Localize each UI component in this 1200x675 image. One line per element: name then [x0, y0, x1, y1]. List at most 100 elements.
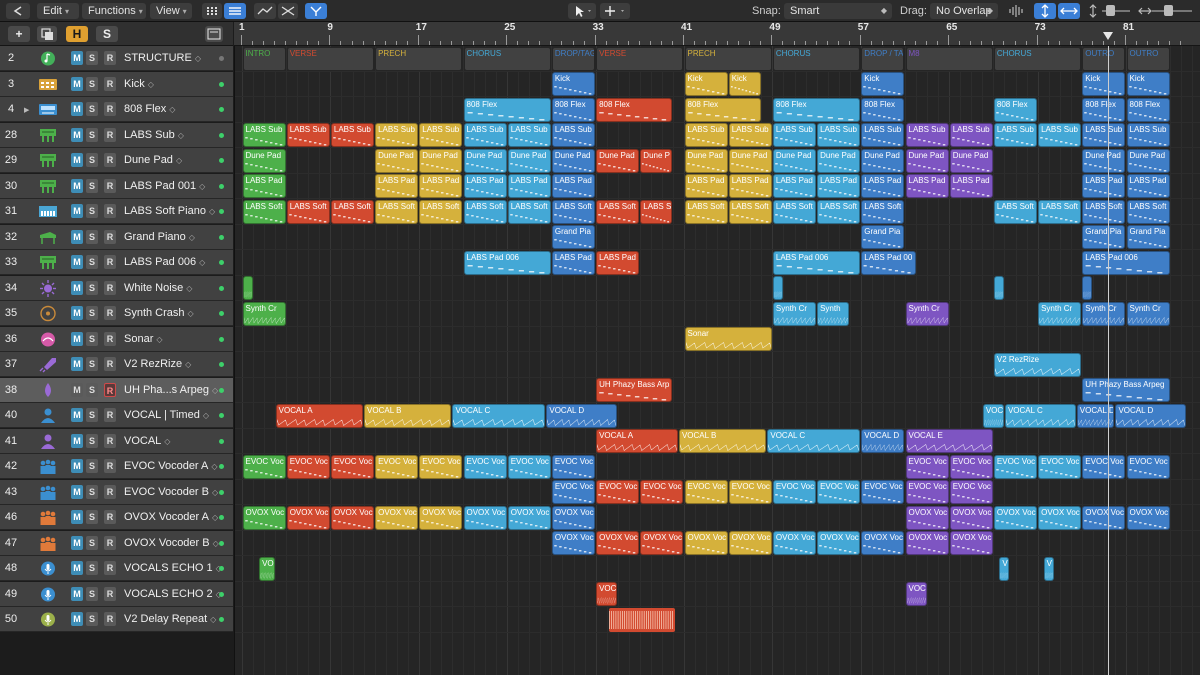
track-region[interactable]: OVOX Voc — [507, 505, 551, 530]
record-enable-button[interactable]: R — [104, 408, 116, 422]
track-header-row[interactable]: 46 M S R OVOX Vocoder A ◇ — [0, 505, 233, 530]
singer-icon[interactable] — [38, 407, 58, 424]
bar-ruler[interactable]: 1 9 17 25 33 41 49 57 65 73 81 — [234, 22, 1200, 46]
record-enable-button[interactable]: R — [104, 357, 116, 371]
track-region[interactable]: 808 Flex — [684, 97, 761, 122]
track-header-row[interactable]: 4 ▶ M S R 808 Flex ◇ — [0, 97, 233, 122]
track-region[interactable]: LABS Pad — [375, 174, 419, 198]
track-region[interactable]: LABS Sub — [905, 123, 949, 147]
track-name[interactable]: OVOX Vocoder A ◇ — [124, 505, 218, 530]
track-name[interactable]: LABS Pad 001 ◇ — [124, 174, 205, 199]
rocket-icon[interactable] — [38, 356, 58, 373]
record-enable-button[interactable]: R — [104, 127, 116, 142]
solo-button[interactable]: S — [86, 306, 98, 320]
track-name[interactable]: LABS Pad 006 ◇ — [124, 250, 205, 275]
track-region[interactable]: OVOX Voc — [330, 505, 375, 530]
track-region[interactable]: Dune P — [640, 148, 673, 173]
track-region[interactable]: LABS Pad — [772, 174, 817, 198]
list-view-button[interactable] — [224, 3, 246, 19]
record-enable-button[interactable]: R — [104, 612, 116, 626]
solo-button[interactable]: S — [86, 510, 98, 524]
track-region[interactable]: OVOX Voc — [772, 531, 817, 555]
track-region[interactable]: LABS Soft — [1038, 199, 1082, 224]
mic-icon[interactable] — [38, 586, 58, 603]
track-region[interactable]: LABS Soft — [772, 199, 817, 224]
track-region[interactable]: LABS Sub — [242, 123, 286, 147]
horizontal-zoom-knob[interactable] — [1164, 5, 1173, 16]
solo-button[interactable]: S — [86, 382, 98, 397]
solo-button[interactable]: S — [86, 459, 98, 473]
record-enable-button[interactable]: R — [104, 331, 116, 346]
track-region[interactable]: OVOX Voc — [1126, 505, 1170, 530]
track-region[interactable]: 808 Flex — [1126, 97, 1170, 122]
track-region[interactable]: Dune Pad — [684, 148, 728, 173]
track-region[interactable]: LABS Soft — [551, 199, 596, 224]
track-region[interactable]: EVOC Voc — [375, 454, 419, 479]
track-region[interactable]: Dune Pad — [861, 148, 905, 173]
track-name[interactable]: UH Pha...s Arpeg ◇ — [124, 378, 218, 403]
track-region[interactable]: EVOC Voc — [463, 454, 507, 479]
mute-button[interactable]: M — [71, 76, 83, 91]
sampler-icon[interactable] — [38, 101, 58, 118]
mute-button[interactable]: M — [71, 484, 83, 499]
solo-button[interactable]: S — [86, 612, 98, 626]
track-region[interactable]: LABS Soft — [993, 199, 1038, 224]
track-region[interactable] — [772, 276, 783, 300]
record-enable-button[interactable]: R — [104, 510, 116, 524]
track-region[interactable]: LABS Sub — [1038, 123, 1082, 147]
track-region[interactable]: LABS S — [640, 199, 673, 224]
track-region[interactable]: VOCAL B — [364, 403, 452, 428]
track-region[interactable]: Grand Pia — [1082, 225, 1126, 249]
mute-button[interactable]: M — [71, 280, 83, 295]
record-enable-button[interactable]: R — [104, 561, 116, 575]
track-region[interactable]: LABS Sub — [993, 123, 1038, 147]
drag-mode-dropdown[interactable]: No Overlap ◆ — [930, 3, 998, 19]
track-region[interactable]: Grand Pia — [1126, 225, 1170, 249]
track-header-row[interactable]: 36 M S R Sonar ◇ — [0, 326, 233, 352]
track-region[interactable]: EVOC Voc — [905, 454, 949, 479]
track-region[interactable]: LABS Pad — [242, 174, 286, 198]
arrangement-marker-region[interactable]: CHORUS — [463, 46, 551, 71]
track-region[interactable]: EVOC Voc — [286, 454, 330, 479]
track-region[interactable]: 808 Flex — [551, 97, 596, 122]
track-region[interactable]: LABS Sub — [861, 123, 905, 147]
record-enable-button[interactable]: R — [104, 433, 116, 448]
sliced-audio-region[interactable] — [609, 607, 675, 632]
track-region[interactable]: LABS Sub — [507, 123, 551, 147]
track-region[interactable]: V — [999, 556, 1010, 581]
track-region[interactable]: LABS Sub — [286, 123, 330, 147]
mute-button[interactable]: M — [71, 535, 83, 550]
track-header-row[interactable]: 47 M S R OVOX Vocoder B ◇ — [0, 530, 233, 556]
track-header-row[interactable]: 40 M S R VOCAL | Timed ◇ — [0, 403, 233, 428]
track-region[interactable]: LABS Pad — [1082, 174, 1126, 198]
track-name[interactable]: Dune Pad ◇ — [124, 148, 182, 173]
drop-icon[interactable] — [38, 382, 58, 399]
flex-button[interactable] — [278, 3, 298, 19]
track-region[interactable]: OVOX Voc — [1038, 505, 1082, 530]
automation-button[interactable] — [254, 3, 276, 19]
track-header-row[interactable]: 37 M S R V2 RezRize ◇ — [0, 352, 233, 377]
track-region[interactable]: Dune Pad — [419, 148, 463, 173]
arrangement-marker-region[interactable]: CHORUS — [993, 46, 1082, 71]
track-region[interactable]: LABS Pad — [419, 174, 463, 198]
record-enable-button[interactable]: R — [104, 178, 116, 193]
track-region[interactable]: VOC — [905, 582, 927, 606]
solo-button[interactable]: S — [86, 102, 98, 116]
track-region[interactable]: Dune Pad — [728, 148, 772, 173]
track-region[interactable]: V2 RezRize — [993, 352, 1082, 377]
add-track-button[interactable]: + — [8, 26, 30, 42]
synth-icon[interactable] — [38, 127, 58, 144]
track-region[interactable]: LABS Sub — [1126, 123, 1170, 147]
track-name[interactable]: Grand Piano ◇ — [124, 225, 195, 250]
track-name[interactable]: V2 Delay Repeat ◇ — [124, 607, 216, 632]
track-region[interactable]: OVOX Voc — [905, 505, 949, 530]
track-region[interactable]: OVOX Voc — [463, 505, 507, 530]
track-region[interactable]: LABS Soft — [728, 199, 772, 224]
track-region[interactable]: 808 Flex — [463, 97, 551, 122]
solo-button[interactable]: S — [86, 178, 98, 193]
keyboard-icon[interactable] — [38, 203, 58, 220]
track-name[interactable]: White Noise ◇ — [124, 276, 192, 301]
track-region[interactable]: LABS Sub — [817, 123, 861, 147]
track-region[interactable]: LABS Pad — [949, 174, 993, 198]
track-region[interactable]: EVOC Voc — [1126, 454, 1170, 479]
